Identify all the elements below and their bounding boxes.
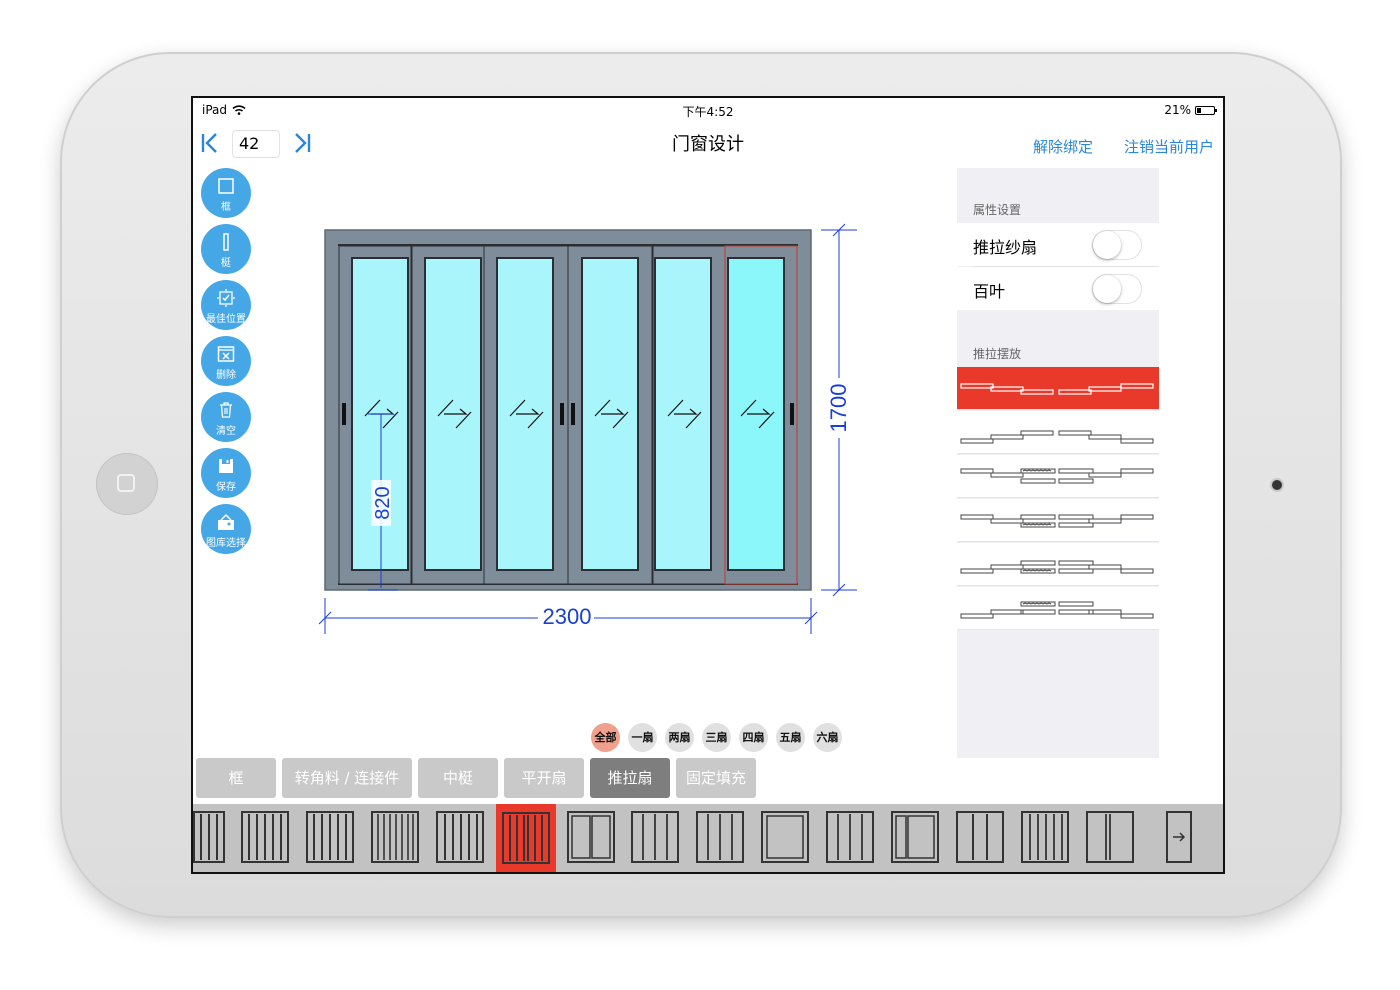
screen-sash-row: 推拉纱扇 [957, 223, 1159, 266]
screen-sash-label: 推拉纱扇 [973, 238, 1038, 257]
template-thumb-10[interactable] [761, 810, 809, 864]
filter-all[interactable]: 全部 [591, 723, 620, 752]
layout-option-4[interactable] [957, 499, 1159, 542]
template-thumb-8[interactable] [631, 810, 679, 864]
layout-option-6[interactable] [957, 587, 1159, 630]
screen-sash-toggle[interactable] [1092, 230, 1142, 260]
home-button[interactable] [96, 453, 158, 515]
window-canvas[interactable]: 820 2300 1700 [193, 98, 953, 658]
panel-count-filters: 全部 一扇 两扇 三扇 四扇 五扇 六扇 [591, 723, 842, 752]
template-thumb-2[interactable] [241, 810, 289, 864]
filter-3[interactable]: 三扇 [702, 723, 731, 752]
template-thumb-6[interactable] [496, 804, 556, 872]
filter-6[interactable]: 六扇 [813, 723, 842, 752]
tab-sliding[interactable]: 推拉扇 [590, 758, 670, 798]
property-settings-title: 属性设置 [973, 203, 1022, 217]
layout-option-1[interactable] [957, 367, 1159, 410]
layout-title: 推拉摆放 [973, 347, 1022, 361]
filter-1[interactable]: 一扇 [628, 723, 657, 752]
tab-casement[interactable]: 平开扇 [504, 758, 584, 798]
tab-fixed-fill[interactable]: 固定填充 [676, 758, 756, 798]
layout-option-2[interactable] [957, 411, 1159, 454]
window-drawing[interactable]: 820 [324, 229, 812, 591]
louver-toggle[interactable] [1092, 274, 1142, 304]
template-thumb-14[interactable] [1021, 810, 1069, 864]
battery-percent: 21% [1164, 103, 1191, 117]
layout-option-3[interactable] [957, 455, 1159, 498]
template-thumb-11[interactable] [826, 810, 874, 864]
filter-2[interactable]: 两扇 [665, 723, 694, 752]
logout-button[interactable]: 注销当前用户 [1124, 136, 1214, 157]
louver-row: 百叶 [957, 267, 1159, 310]
template-thumb-3[interactable] [306, 810, 354, 864]
template-thumb-5[interactable] [436, 810, 484, 864]
tab-corner-connector[interactable]: 转角料 / 连接件 [282, 758, 412, 798]
tab-mullion[interactable]: 中梃 [418, 758, 498, 798]
filter-4[interactable]: 四扇 [739, 723, 768, 752]
tab-frame[interactable]: 框 [196, 758, 276, 798]
template-thumb-1[interactable] [193, 810, 225, 864]
app-screen: iPad 下午4:52 21% 42 门窗设计 解除绑定 注销当前用户 框 梃 … [193, 98, 1223, 872]
filter-5[interactable]: 五扇 [776, 723, 805, 752]
template-thumb-16[interactable] [1165, 810, 1193, 864]
template-thumb-15[interactable] [1086, 810, 1134, 864]
battery-icon [1195, 105, 1217, 115]
template-thumb-13[interactable] [956, 810, 1004, 864]
louver-label: 百叶 [973, 282, 1006, 301]
template-thumb-4[interactable] [371, 810, 419, 864]
width-dimension: 2300 [543, 604, 592, 629]
template-thumb-7[interactable] [567, 810, 615, 864]
unbind-button[interactable]: 解除绑定 [1033, 136, 1093, 157]
property-panel: 属性设置 推拉纱扇 百叶 推拉摆放 [957, 168, 1159, 758]
camera-icon [1272, 480, 1282, 490]
template-thumb-12[interactable] [891, 810, 939, 864]
layout-option-5[interactable] [957, 543, 1159, 586]
template-strip [193, 804, 1223, 872]
height-dimension: 1700 [826, 384, 851, 433]
category-tabs: 框 转角料 / 连接件 中梃 平开扇 推拉扇 固定填充 [196, 758, 756, 798]
template-thumb-9[interactable] [696, 810, 744, 864]
handle-height-dimension: 820 [372, 486, 394, 519]
